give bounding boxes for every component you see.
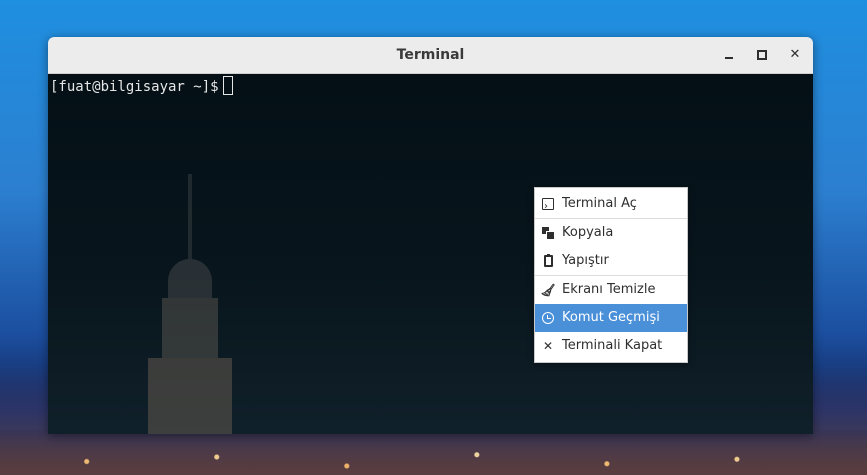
menu-item-komut-gecmisi[interactable]: Komut Geçmişi — [535, 304, 687, 332]
menu-item-ekrani-temizle[interactable]: 🧹︎ Ekranı Temizle — [535, 276, 687, 304]
clock-icon — [541, 311, 555, 325]
maximize-icon — [757, 50, 767, 60]
maximize-button[interactable] — [753, 46, 771, 64]
terminal-window: Terminal ✕ [fuat@bilgisayar ~]$ — [48, 37, 813, 434]
close-icon: ✕ — [789, 47, 801, 62]
title-bar[interactable]: Terminal ✕ — [48, 37, 813, 74]
copy-icon — [541, 226, 555, 240]
menu-item-label: Ekranı Temizle — [562, 282, 656, 297]
wallpaper-city-lights — [0, 430, 867, 475]
menu-item-kopyala[interactable]: Kopyala — [535, 219, 687, 247]
menu-item-label: Terminal Aç — [562, 196, 637, 211]
shell-prompt: [fuat@bilgisayar ~]$ — [50, 76, 233, 97]
menu-item-yapistir[interactable]: Yapıştır — [535, 247, 687, 275]
menu-item-label: Yapıştır — [562, 253, 609, 268]
paste-icon — [541, 254, 555, 268]
context-menu: Terminal Aç Kopyala Yapıştır 🧹︎ Ekranı T… — [534, 187, 688, 363]
prompt-text: [fuat@bilgisayar ~]$ — [50, 79, 219, 95]
minimize-icon — [725, 57, 733, 59]
menu-item-terminal-ac[interactable]: Terminal Aç — [535, 190, 687, 221]
close-window-button[interactable]: ✕ — [786, 46, 804, 64]
minimize-button[interactable] — [720, 46, 738, 64]
window-title: Terminal — [396, 47, 465, 63]
menu-item-terminali-kapat[interactable]: ✕ Terminali Kapat — [535, 332, 687, 360]
broom-icon: 🧹︎ — [540, 283, 556, 297]
text-cursor — [222, 76, 233, 95]
menu-item-label: Terminali Kapat — [562, 338, 663, 353]
menu-item-label: Kopyala — [562, 225, 614, 240]
close-icon: ✕ — [542, 339, 554, 353]
wallpaper-tower — [140, 174, 240, 434]
menu-item-label: Komut Geçmişi — [562, 310, 660, 325]
terminal-area[interactable]: [fuat@bilgisayar ~]$ — [48, 74, 813, 434]
terminal-icon — [541, 193, 555, 221]
